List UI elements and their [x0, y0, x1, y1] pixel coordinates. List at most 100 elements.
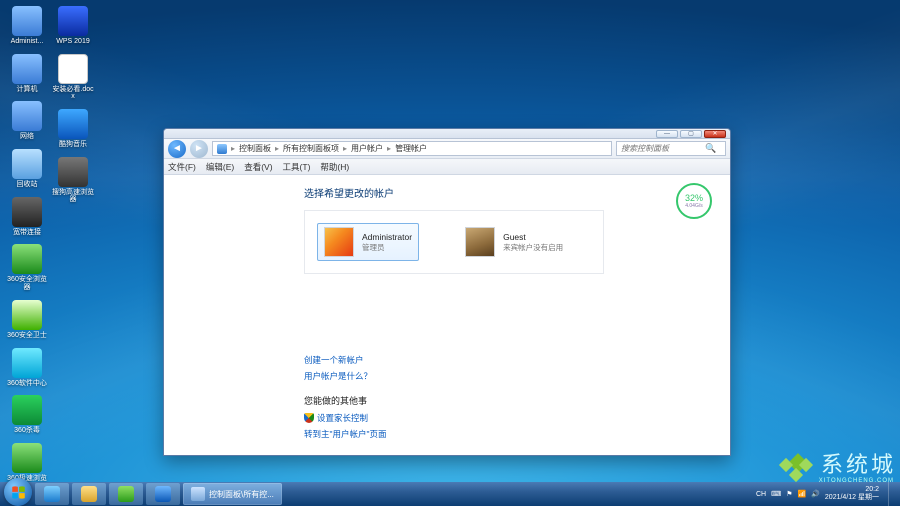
show-desktop-button[interactable] [888, 482, 896, 506]
search-box[interactable]: 🔍 [616, 141, 726, 156]
search-icon[interactable]: 🔍 [705, 143, 716, 154]
windows-logo-icon [11, 485, 26, 500]
pinned-360[interactable] [109, 483, 143, 505]
desktop-icon-administrator[interactable]: Administ... [6, 6, 48, 46]
link-parental[interactable]: 设置家长控制 [304, 412, 604, 424]
account-guest[interactable]: Guest来宾帐户没有启用 [459, 223, 569, 261]
icon-label: 回收站 [17, 181, 38, 189]
icon-label: 宽带连接 [13, 229, 41, 237]
icon-label: 安装必看.docx [52, 86, 94, 101]
menu-bar: 文件(F) 编辑(E) 查看(V) 工具(T) 帮助(H) [164, 159, 730, 175]
pinned-kugou[interactable] [146, 483, 180, 505]
breadcrumb-root[interactable]: 控制面板 [239, 143, 271, 154]
minimize-button[interactable]: — [656, 130, 678, 138]
clock-time: 20:2 [825, 486, 879, 494]
nav-toolbar: ◄ ► ▸ 控制面板 ▸ 所有控制面板项 ▸ 用户帐户 ▸ 管理帐户 🔍 [164, 139, 730, 159]
link-goto-main[interactable]: 转到主"用户帐户"页面 [304, 428, 604, 440]
pinned-ie[interactable] [35, 483, 69, 505]
menu-help[interactable]: 帮助(H) [320, 161, 349, 173]
wps-icon [58, 6, 88, 36]
icon-label: 360软件中心 [7, 380, 47, 388]
watermark: 系统城 [781, 446, 896, 480]
other-links: 设置家长控制 转到主"用户帐户"页面 [304, 412, 604, 440]
tray-clock[interactable]: 20:2 2021/4/12 星期一 [825, 486, 879, 501]
desktop-icon-recycle-bin[interactable]: 回收站 [6, 149, 48, 189]
360se-icon [12, 244, 42, 274]
desktop-icon-wps[interactable]: WPS 2019 [52, 6, 94, 46]
menu-file[interactable]: 文件(F) [168, 161, 196, 173]
account-administrator[interactable]: Administrator管理员 [317, 223, 419, 261]
kugou-icon [58, 109, 88, 139]
360fast-icon [12, 443, 42, 473]
desktop-icon-360se[interactable]: 360安全浏览器 [6, 244, 48, 291]
task-control-panel[interactable]: 控制面板\所有控... [183, 483, 282, 505]
icon-label: 360杀毒 [14, 427, 40, 435]
action-links: 创建一个新帐户 用户帐户是什么？ [304, 354, 604, 382]
desktop-icon-360dm[interactable]: 360软件中心 [6, 348, 48, 388]
window-content: 32% 4.04G/s 选择希望更改的帐户 Administrator管理员 G… [164, 175, 730, 455]
ring-sub: 4.04G/s [685, 203, 703, 209]
close-button[interactable]: ✕ [704, 130, 726, 138]
tray-keyboard-icon[interactable]: ⌨ [771, 490, 781, 498]
menu-edit[interactable]: 编辑(E) [206, 161, 234, 173]
desktop-icon-360safe[interactable]: 360安全卫士 [6, 300, 48, 340]
administrator-icon [12, 6, 42, 36]
icon-label: 360安全浏览器 [6, 276, 48, 291]
breadcrumb-manage[interactable]: 管理帐户 [395, 143, 427, 154]
desktop-icons: Administ... 计算机网络回收站宽带连接 360安全浏览器 360安全卫士 36… [6, 6, 94, 490]
system-tray: CH ⌨ ⚑ 📶 🔊 20:2 2021/4/12 星期一 [756, 482, 896, 506]
icon-label: 搜狗高速浏览器 [52, 189, 94, 204]
pinned-explorer[interactable] [72, 483, 106, 505]
folder-icon [191, 487, 205, 501]
menu-tools[interactable]: 工具(T) [283, 161, 311, 173]
desktop-icon-broadband[interactable]: 宽带连接 [6, 197, 48, 237]
taskbar: 控制面板\所有控... CH ⌨ ⚑ 📶 🔊 20:2 2021/4/12 星期… [0, 482, 900, 506]
address-bar[interactable]: ▸ 控制面板 ▸ 所有控制面板项 ▸ 用户帐户 ▸ 管理帐户 [212, 141, 612, 156]
shield-icon [304, 413, 314, 423]
forward-button[interactable]: ► [190, 140, 208, 158]
desktop-icon-docx[interactable]: 安装必看.docx [52, 54, 94, 101]
sogou-icon [58, 157, 88, 187]
desktop-icon-network[interactable]: 网络 [6, 101, 48, 141]
icon-label: Administ... [11, 38, 44, 46]
usage-ring[interactable]: 32% 4.04G/s [676, 183, 712, 219]
breadcrumb-users[interactable]: 用户帐户 [351, 143, 383, 154]
avatar [324, 227, 354, 257]
search-input[interactable] [621, 144, 701, 153]
breadcrumb-all[interactable]: 所有控制面板项 [283, 143, 339, 154]
recycle-bin-icon [12, 149, 42, 179]
account-text: Guest来宾帐户没有启用 [503, 232, 563, 253]
computer-icon [12, 54, 42, 84]
tray-flag-icon[interactable]: ⚑ [786, 490, 792, 498]
desktop-icon-sogou[interactable]: 搜狗高速浏览器 [52, 157, 94, 204]
account-text: Administrator管理员 [362, 232, 412, 253]
icon-label: WPS 2019 [56, 38, 89, 46]
network-icon [12, 101, 42, 131]
back-button[interactable]: ◄ [168, 140, 186, 158]
ring-percent: 32% [685, 193, 703, 203]
desktop-icon-kugou[interactable]: 酷狗音乐 [52, 109, 94, 149]
watermark-text: 系统城 [821, 447, 896, 479]
other-heading: 您能做的其他事 [304, 394, 604, 407]
page-heading: 选择希望更改的帐户 [304, 185, 604, 200]
task-label: 控制面板\所有控... [209, 489, 274, 500]
control-panel-icon [217, 144, 227, 154]
window-titlebar[interactable]: — ▢ ✕ [164, 129, 730, 139]
360sd-icon [12, 395, 42, 425]
menu-view[interactable]: 查看(V) [244, 161, 272, 173]
icon-label: 360安全卫士 [7, 332, 47, 340]
desktop-icon-360sd[interactable]: 360杀毒 [6, 395, 48, 435]
maximize-button[interactable]: ▢ [680, 130, 702, 138]
start-button[interactable] [4, 478, 32, 506]
link-new-account[interactable]: 创建一个新帐户 [304, 354, 604, 366]
account-list: Administrator管理员 Guest来宾帐户没有启用 [304, 210, 604, 274]
tray-sound-icon[interactable]: 🔊 [811, 490, 820, 498]
docx-icon [58, 54, 88, 84]
tray-network-icon[interactable]: 📶 [797, 490, 806, 498]
360dm-icon [12, 348, 42, 378]
desktop-icon-computer[interactable]: 计算机 [6, 54, 48, 94]
icon-label: 酷狗音乐 [59, 141, 87, 149]
link-what-is[interactable]: 用户帐户是什么？ [304, 370, 604, 382]
broadband-icon [12, 197, 42, 227]
tray-ime[interactable]: CH [756, 491, 766, 498]
